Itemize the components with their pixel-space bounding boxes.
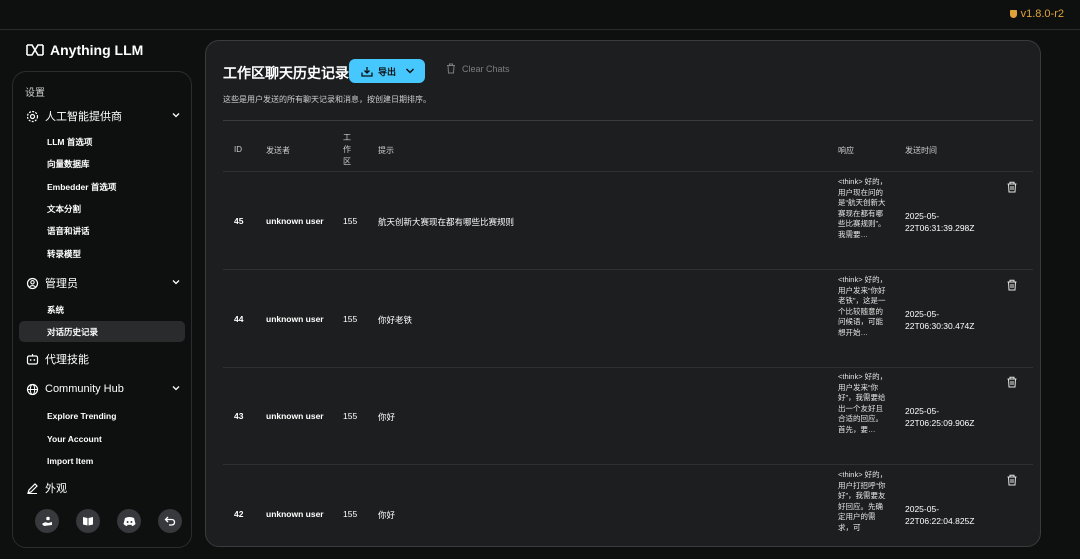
trash-icon[interactable] [1006, 376, 1018, 388]
version-label: v1.8.0-r2 [1020, 8, 1064, 20]
chevron-down-icon[interactable] [171, 277, 181, 287]
page-subtitle: 这些是用户发送的所有聊天记录和消息，按创建日期排序。 [223, 95, 431, 104]
row-workspace: 155 [343, 509, 358, 519]
brand-logo: Anything LLM [26, 42, 143, 58]
sidebar-group-appearance[interactable]: 外观 [25, 478, 185, 498]
admin-icon [25, 276, 39, 290]
row-response[interactable]: <think> 好的，用户打招呼“你好”，我需要友好回应。先确定用户的需求，可 [838, 470, 888, 533]
sidebar-item-voice[interactable]: 语音和讲话 [19, 220, 185, 241]
sidebar-group-label: 人工智能提供商 [45, 111, 122, 123]
brand-name: Anything LLM [50, 42, 144, 58]
row-prompt[interactable]: 你好老铁 [378, 314, 412, 326]
row-sender: unknown user [266, 216, 324, 226]
globe-icon [25, 382, 39, 396]
header-sender: 发送者 [266, 146, 290, 155]
row-response[interactable]: <think> 好的，用户现在问的是“航天创新大赛现在都有哪些比赛规则”。我需要… [838, 177, 888, 240]
back-icon[interactable] [158, 509, 182, 533]
divider [223, 120, 1033, 121]
sidebar-item-transcription[interactable]: 转录模型 [19, 243, 185, 264]
chevron-down-icon[interactable] [171, 110, 181, 120]
logo-icon [26, 44, 44, 56]
export-label: 导出 [378, 66, 397, 77]
trash-icon[interactable] [1006, 474, 1018, 486]
table-row: 43 unknown user 155 你好 <think> 好的，用户发来“你… [223, 367, 1033, 465]
sidebar-group-label: 外观 [45, 483, 67, 495]
chevron-down-icon [405, 68, 415, 74]
table-row: 42 unknown user 155 你好 <think> 好的，用户打招呼“… [223, 465, 1033, 546]
sidebar-item-llm[interactable]: LLM 首选项 [19, 131, 185, 152]
settings-sidebar: 设置 人工智能提供商 LLM 首选项 向量数据库 Embedder 首选项 文本… [12, 71, 192, 548]
row-sent-at: 2025-05-22T06:22:04.825Z [905, 504, 975, 526]
brush-icon [25, 481, 39, 495]
version-badge: v1.8.0-r2 [1009, 8, 1064, 20]
support-icon[interactable] [35, 509, 59, 533]
row-prompt[interactable]: 你好 [378, 509, 395, 521]
sidebar-group-community-hub[interactable]: Community Hub [25, 379, 185, 399]
header-prompt: 提示 [378, 146, 394, 155]
docs-icon[interactable] [76, 509, 100, 533]
clear-chats-button[interactable]: Clear Chats [446, 63, 510, 74]
page-title: 工作区聊天历史记录 [223, 65, 349, 81]
shield-icon [1009, 10, 1017, 18]
row-prompt[interactable]: 航天创新大赛现在都有哪些比赛规则 [378, 216, 514, 228]
row-workspace: 155 [343, 216, 358, 226]
discord-icon[interactable] [117, 509, 141, 533]
row-prompt[interactable]: 你好 [378, 411, 395, 423]
sidebar-group-agent-skills[interactable]: 代理技能 [25, 349, 185, 369]
row-sender: unknown user [266, 509, 324, 519]
row-sender: unknown user [266, 411, 324, 421]
sidebar-group-ai-providers[interactable]: 人工智能提供商 [25, 106, 185, 126]
sidebar-group-admin[interactable]: 管理员 [25, 273, 185, 293]
chat-history-panel: 工作区聊天历史记录 导出 Clear Chats 这些是用户发送的所有聊天记录和… [205, 40, 1041, 547]
row-response[interactable]: <think> 好的，用户发来“你好”，我需要给出一个友好且合适的回应。首先，要… [838, 372, 888, 435]
sidebar-item-text-splitting[interactable]: 文本分割 [19, 198, 185, 219]
sidebar-title: 设置 [25, 88, 45, 99]
row-sent-at: 2025-05-22T06:31:39.298Z [905, 211, 975, 233]
header-workspace: 工作区 [343, 133, 351, 166]
sidebar-item-explore-trending[interactable]: Explore Trending [19, 405, 185, 426]
row-id: 43 [234, 411, 244, 421]
agent-icon [25, 352, 39, 366]
row-workspace: 155 [343, 314, 358, 324]
row-id: 42 [234, 509, 244, 519]
sidebar-item-system[interactable]: 系统 [19, 299, 185, 320]
clear-chats-label: Clear Chats [462, 63, 510, 74]
download-icon [361, 66, 373, 77]
sidebar-item-chat-history[interactable]: 对话历史记录 [19, 321, 185, 342]
header-sent-at: 发送时间 [905, 146, 937, 155]
row-sender: unknown user [266, 314, 324, 324]
table-row: 44 unknown user 155 你好老铁 <think> 好的，用户发来… [223, 270, 1033, 368]
row-sent-at: 2025-05-22T06:30:30.474Z [905, 309, 975, 331]
row-id: 44 [234, 314, 244, 324]
row-workspace: 155 [343, 411, 358, 421]
chevron-down-icon[interactable] [171, 383, 181, 393]
sidebar-item-your-account[interactable]: Your Account [19, 428, 185, 449]
export-button[interactable]: 导出 [349, 59, 425, 83]
gear-icon [25, 109, 39, 123]
top-bar: v1.8.0-r2 [0, 0, 1080, 30]
trash-icon[interactable] [1006, 181, 1018, 193]
table-row: 45 unknown user 155 航天创新大赛现在都有哪些比赛规则 <th… [223, 172, 1033, 270]
sidebar-footer [35, 509, 182, 533]
row-sent-at: 2025-05-22T06:25:09.906Z [905, 406, 975, 428]
trash-icon [447, 63, 455, 74]
header-response: 响应 [838, 146, 854, 155]
sidebar-group-label: Community Hub [45, 383, 124, 395]
sidebar-item-vector-db[interactable]: 向量数据库 [19, 153, 185, 174]
trash-icon[interactable] [1006, 279, 1018, 291]
sidebar-group-label: 管理员 [45, 278, 78, 290]
row-response[interactable]: <think> 好的，用户发来“你好老铁”，这是一个比较随意的问候语，可能想开始… [838, 275, 888, 338]
header-id: ID [234, 145, 242, 154]
sidebar-item-import-item[interactable]: Import Item [19, 450, 185, 471]
sidebar-item-embedder[interactable]: Embedder 首选项 [19, 176, 185, 197]
sidebar-group-label: 代理技能 [45, 354, 89, 366]
row-id: 45 [234, 216, 244, 226]
